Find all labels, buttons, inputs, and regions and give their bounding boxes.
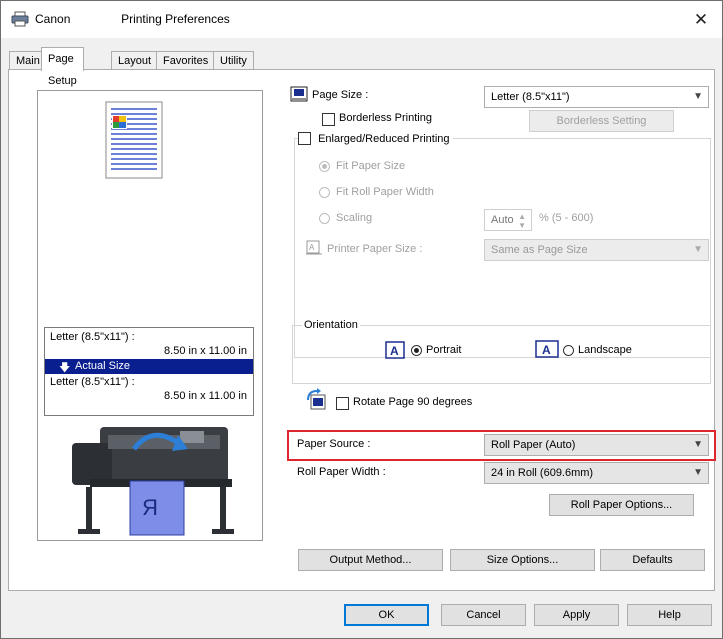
borderless-printing-label: Borderless Printing [339, 112, 432, 124]
title-prefix: Canon [35, 12, 71, 26]
page-size-label: Page Size : [312, 89, 369, 101]
enlarged-reduced-label: Enlarged/Reduced Printing [318, 132, 450, 145]
page-setup-panel: Letter (8.5"x11") : 8.50 in x 11.00 in 🡇… [8, 69, 716, 591]
title-suffix: Printing Preferences [121, 12, 230, 26]
info-top-dimensions: 8.50 in x 11.00 in [164, 345, 247, 357]
scaling-range-label: % (5 - 600) [539, 212, 594, 224]
landscape-icon: A [535, 340, 559, 358]
enlarged-reduced-checkbox[interactable] [298, 132, 311, 145]
roll-paper-options-button[interactable]: Roll Paper Options... [549, 494, 694, 516]
preview-area: Letter (8.5"x11") : 8.50 in x 11.00 in 🡇… [37, 90, 263, 541]
portrait-radio[interactable] [411, 345, 422, 356]
window-title: Canon Printing Preferences [35, 12, 230, 26]
landscape-label: Landscape [578, 344, 632, 356]
tab-favorites[interactable]: Favorites [156, 51, 216, 70]
scaling-value: Auto [491, 214, 514, 226]
svg-text:A: A [309, 243, 315, 252]
printer-paper-size-value: Same as Page Size [491, 244, 588, 256]
orientation-label: Orientation [302, 319, 360, 331]
printer-paper-size-icon: A [306, 240, 322, 255]
rotate-page-icon [307, 388, 326, 410]
borderless-printing-checkbox[interactable] [322, 113, 335, 126]
scaling-stepper[interactable]: Auto ▲ ▼ [484, 209, 532, 231]
info-top-size: Letter (8.5"x11") : [50, 331, 135, 343]
page-size-value: Letter (8.5"x11") [491, 91, 570, 103]
close-icon[interactable]: ✕ [688, 7, 714, 33]
paper-source-label: Paper Source : [297, 438, 371, 450]
rotate-page-label: Rotate Page 90 degrees [353, 396, 473, 408]
info-bottom-dimensions: 8.50 in x 11.00 in [164, 390, 247, 402]
paper-source-value: Roll Paper (Auto) [491, 439, 576, 451]
portrait-icon: A [385, 341, 405, 359]
printer-icon [11, 11, 29, 27]
page-size-dropdown[interactable]: Letter (8.5"x11") ▼ [484, 86, 709, 108]
fit-roll-paper-width-radio[interactable] [319, 187, 330, 198]
chevron-down-icon: ▼ [693, 244, 703, 255]
chevron-down-icon: ▼ [693, 91, 703, 102]
svg-text:A: A [542, 343, 551, 357]
printing-preferences-window: Canon Printing Preferences ✕ Main Page S… [0, 0, 723, 639]
paper-source-dropdown[interactable]: Roll Paper (Auto) ▼ [484, 434, 709, 456]
printer-paper-size-dropdown[interactable]: Same as Page Size ▼ [484, 239, 709, 261]
svg-text:R: R [142, 495, 158, 520]
fit-paper-size-label: Fit Paper Size [336, 160, 406, 172]
page-size-icon [290, 86, 308, 102]
actual-size-label: Actual Size [75, 360, 131, 372]
tab-utility[interactable]: Utility [213, 51, 254, 70]
landscape-radio[interactable] [563, 345, 574, 356]
chevron-down-icon: ▼ [693, 467, 703, 478]
spin-arrows-icon: ▲ ▼ [518, 212, 526, 230]
fit-roll-paper-width-label: Fit Roll Paper Width [336, 186, 434, 198]
page-preview-icon [105, 101, 163, 179]
borderless-setting-button[interactable]: Borderless Setting [529, 110, 674, 132]
printer-illustration: R [72, 427, 234, 536]
paper-info-box: Letter (8.5"x11") : 8.50 in x 11.00 in 🡇… [44, 327, 254, 416]
info-bottom-size: Letter (8.5"x11") : [50, 376, 135, 388]
roll-paper-width-value: 24 in Roll (609.6mm) [491, 467, 594, 479]
orientation-group [292, 325, 711, 384]
tab-layout[interactable]: Layout [111, 51, 159, 70]
fit-paper-size-radio[interactable] [319, 161, 330, 172]
scaling-radio[interactable] [319, 213, 330, 224]
printer-paper-size-label: Printer Paper Size : [327, 243, 423, 255]
roll-paper-width-dropdown[interactable]: 24 in Roll (609.6mm) ▼ [484, 462, 709, 484]
size-options-button[interactable]: Size Options... [450, 549, 595, 571]
roll-paper-width-label: Roll Paper Width : [297, 466, 386, 478]
rotate-page-checkbox[interactable] [336, 397, 349, 410]
title-bar: Canon Printing Preferences ✕ [1, 1, 722, 38]
portrait-label: Portrait [426, 344, 462, 356]
help-button[interactable]: Help [627, 604, 712, 626]
ok-button[interactable]: OK [344, 604, 429, 626]
svg-text:A: A [390, 344, 399, 358]
apply-button[interactable]: Apply [534, 604, 619, 626]
chevron-down-icon: ▼ [693, 439, 703, 450]
output-method-button[interactable]: Output Method... [298, 549, 443, 571]
scaling-label: Scaling [336, 212, 373, 224]
enlarged-reduced-header: Enlarged/Reduced Printing [298, 132, 453, 145]
cancel-button[interactable]: Cancel [441, 604, 526, 626]
actual-size-bar: 🡇 Actual Size [45, 359, 253, 374]
tab-page-setup[interactable]: Page Setup [41, 47, 84, 87]
defaults-button[interactable]: Defaults [600, 549, 705, 571]
